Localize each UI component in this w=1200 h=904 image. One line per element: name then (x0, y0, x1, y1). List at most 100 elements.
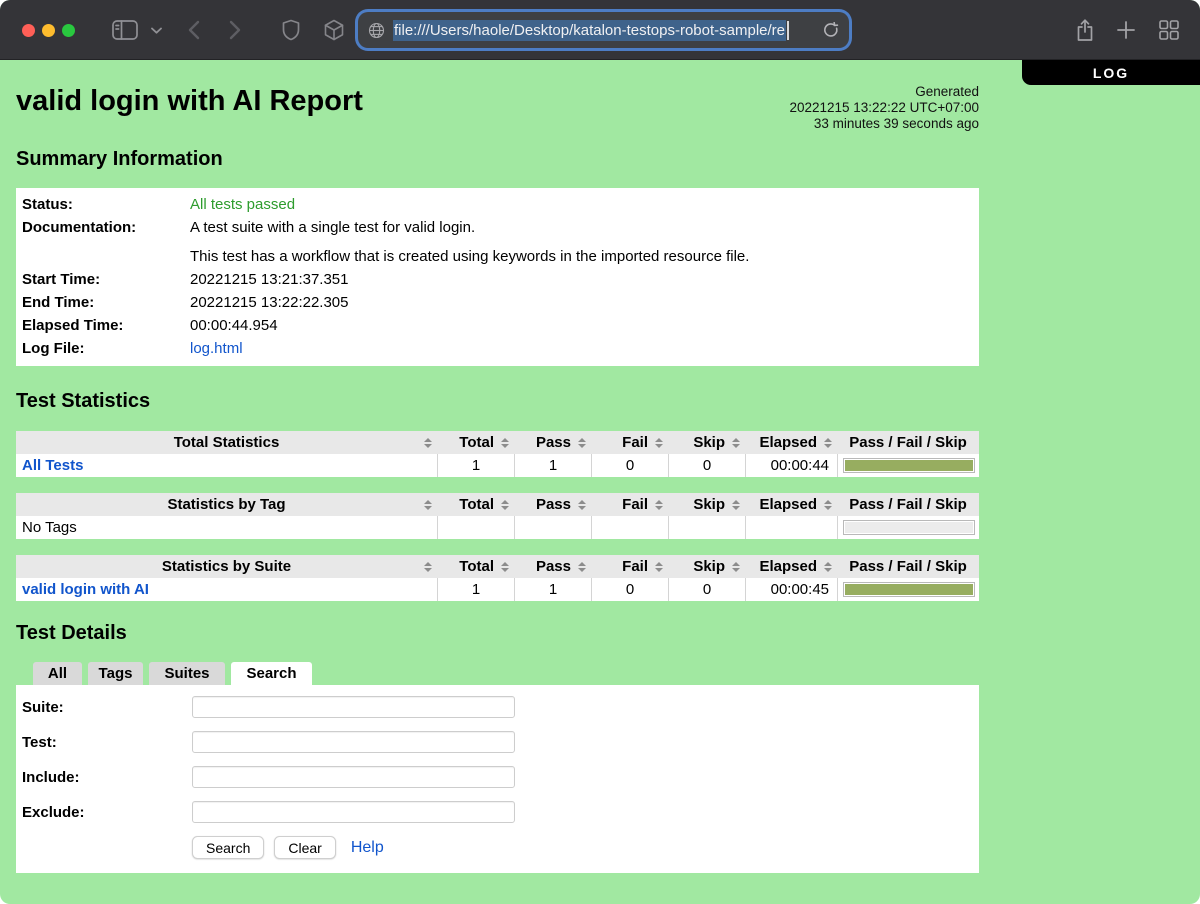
test-input[interactable] (192, 731, 515, 753)
sidebar-icon[interactable] (110, 0, 140, 60)
column-header-skip[interactable]: Skip (668, 555, 745, 578)
end-time-value: 20221215 13:22:22.305 (190, 291, 979, 314)
pass-fail-skip-bar (843, 458, 975, 473)
total-cell (437, 516, 514, 539)
column-header-pass-fail-skip: Pass / Fail / Skip (837, 555, 979, 578)
chevron-down-icon[interactable] (149, 0, 163, 60)
clear-button[interactable]: Clear (274, 836, 335, 859)
tab-all[interactable]: All (33, 662, 82, 685)
sort-icon[interactable] (655, 562, 663, 572)
include-input[interactable] (192, 766, 515, 788)
suite-link[interactable]: valid login with AI (22, 581, 149, 598)
column-header-total[interactable]: Total (437, 493, 514, 516)
sort-icon[interactable] (732, 438, 740, 448)
column-header-skip[interactable]: Skip (668, 493, 745, 516)
column-header-fail[interactable]: Fail (591, 431, 668, 454)
skip-cell: 0 (668, 454, 745, 477)
minimize-window-button[interactable] (42, 24, 55, 37)
extensions-cube-icon[interactable] (322, 0, 346, 60)
elapsed-cell: 00:00:44 (745, 454, 837, 477)
globe-icon (368, 22, 385, 39)
sort-icon[interactable] (824, 562, 832, 572)
tab-tags[interactable]: Tags (88, 662, 143, 685)
pass-cell: 1 (514, 454, 591, 477)
column-header-total-statistics[interactable]: Total Statistics (16, 431, 437, 454)
sort-icon[interactable] (578, 562, 586, 572)
column-header-total[interactable]: Total (437, 555, 514, 578)
sort-icon[interactable] (501, 500, 509, 510)
reload-icon[interactable] (823, 22, 839, 38)
statistics-by-tag-table: Statistics by Tag Total Pass Fail Skip E… (16, 493, 979, 539)
start-time-label: Start Time: (22, 268, 190, 291)
new-tab-icon[interactable] (1114, 0, 1138, 60)
status-label: Status: (22, 193, 190, 216)
total-cell: 1 (437, 578, 514, 601)
sort-icon[interactable] (824, 500, 832, 510)
log-file-label: Log File: (22, 337, 190, 360)
sort-icon[interactable] (424, 438, 432, 448)
column-header-fail[interactable]: Fail (591, 555, 668, 578)
generated-timestamp: 20221215 13:22:22 UTC+07:00 (789, 100, 979, 116)
column-header-pass[interactable]: Pass (514, 555, 591, 578)
text-caret (787, 21, 789, 40)
start-time-value: 20221215 13:21:37.351 (190, 268, 979, 291)
column-header-elapsed[interactable]: Elapsed (745, 555, 837, 578)
pass-cell: 1 (514, 578, 591, 601)
sort-icon[interactable] (424, 562, 432, 572)
column-header-pass[interactable]: Pass (514, 493, 591, 516)
all-tests-link[interactable]: All Tests (22, 457, 83, 474)
exclude-input[interactable] (192, 801, 515, 823)
sort-icon[interactable] (732, 562, 740, 572)
sort-icon[interactable] (501, 438, 509, 448)
column-header-elapsed[interactable]: Elapsed (745, 493, 837, 516)
browser-titlebar: file:///Users/haole/Desktop/katalon-test… (0, 0, 1200, 60)
tab-overview-icon[interactable] (1156, 0, 1182, 60)
exclude-field-label: Exclude: (22, 804, 192, 821)
window-controls (22, 24, 75, 37)
details-heading: Test Details (16, 622, 995, 645)
zoom-window-button[interactable] (62, 24, 75, 37)
statistics-heading: Test Statistics (16, 390, 995, 413)
generated-label: Generated (789, 84, 979, 100)
details-tabs: All Tags Suites Search (33, 662, 995, 685)
column-header-total[interactable]: Total (437, 431, 514, 454)
tab-suites[interactable]: Suites (149, 662, 225, 685)
column-header-pass-fail-skip: Pass / Fail / Skip (837, 431, 979, 454)
sort-icon[interactable] (732, 500, 740, 510)
sort-icon[interactable] (655, 438, 663, 448)
column-header-statistics-by-suite[interactable]: Statistics by Suite (16, 555, 437, 578)
url-text-selected[interactable]: file:///Users/haole/Desktop/katalon-test… (393, 20, 786, 41)
table-row: valid login with AI 1 1 0 0 00:00:45 (16, 578, 979, 601)
elapsed-cell (745, 516, 837, 539)
sort-icon[interactable] (655, 500, 663, 510)
statistics-by-suite-table: Statistics by Suite Total Pass Fail Skip… (16, 555, 979, 601)
address-bar[interactable]: file:///Users/haole/Desktop/katalon-test… (358, 12, 849, 48)
test-field-label: Test: (22, 734, 192, 751)
column-header-fail[interactable]: Fail (591, 493, 668, 516)
sort-icon[interactable] (424, 500, 432, 510)
forward-icon[interactable] (228, 0, 242, 60)
column-header-pass-fail-skip: Pass / Fail / Skip (837, 493, 979, 516)
tab-search[interactable]: Search (231, 662, 312, 685)
column-header-skip[interactable]: Skip (668, 431, 745, 454)
sort-icon[interactable] (824, 438, 832, 448)
sort-icon[interactable] (578, 500, 586, 510)
pass-fail-skip-bar (843, 582, 975, 597)
log-button[interactable]: LOG (1022, 60, 1200, 85)
back-icon[interactable] (187, 0, 201, 60)
column-header-statistics-by-tag[interactable]: Statistics by Tag (16, 493, 437, 516)
sort-icon[interactable] (578, 438, 586, 448)
column-header-elapsed[interactable]: Elapsed (745, 431, 837, 454)
sort-icon[interactable] (501, 562, 509, 572)
help-link[interactable]: Help (351, 839, 384, 857)
total-statistics-table: Total Statistics Total Pass Fail Skip El… (16, 431, 979, 477)
search-button[interactable]: Search (192, 836, 264, 859)
fail-cell: 0 (591, 578, 668, 601)
privacy-shield-icon[interactable] (281, 0, 301, 60)
column-header-pass[interactable]: Pass (514, 431, 591, 454)
close-window-button[interactable] (22, 24, 35, 37)
share-icon[interactable] (1072, 0, 1098, 60)
generated-info: Generated 20221215 13:22:22 UTC+07:00 33… (789, 84, 979, 132)
log-file-link[interactable]: log.html (190, 340, 243, 357)
suite-input[interactable] (192, 696, 515, 718)
